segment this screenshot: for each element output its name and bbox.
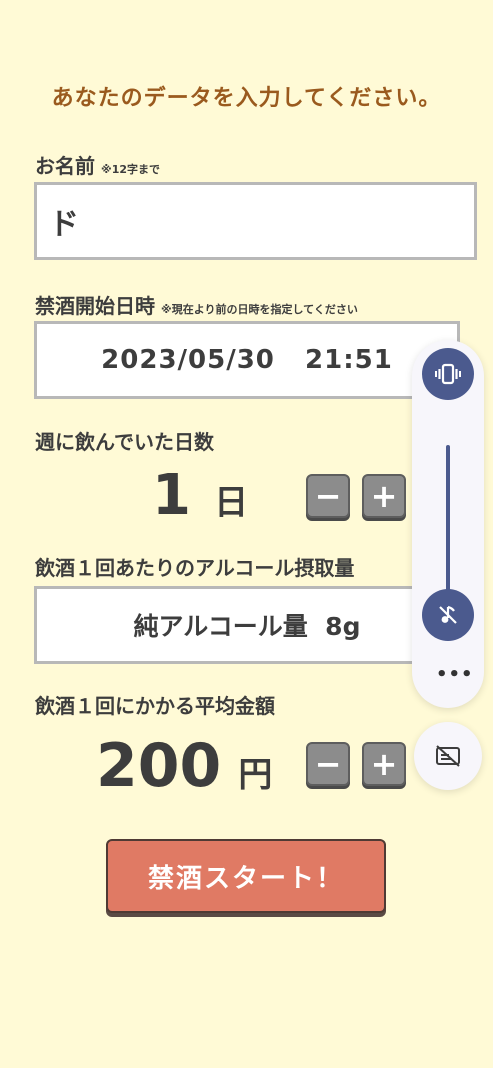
mute-icon[interactable] (422, 589, 474, 641)
drink-days-label: 週に飲んでいた日数 (35, 430, 214, 454)
drink-days-value: 1 (152, 463, 191, 528)
cost-label: 飲酒１回にかかる平均金額 (35, 694, 275, 718)
cost-minus-button[interactable]: − (306, 742, 350, 786)
drink-days-display: 1 日 (152, 468, 248, 524)
alcohol-amount-field[interactable]: 純アルコール量 8g (34, 586, 460, 664)
cost-display: 200 円 (96, 736, 272, 796)
start-datetime-note: ※現在より前の日時を指定してください (161, 303, 358, 316)
alcohol-amount-value: 純アルコール量 8g (133, 612, 361, 641)
drink-days-minus-button[interactable]: − (306, 474, 350, 518)
start-datetime-label: 禁酒開始日時 ※現在より前の日時を指定してください (35, 290, 358, 319)
start-datetime-label-text: 禁酒開始日時 (35, 294, 155, 318)
cost-value: 200 (96, 731, 222, 801)
cost-unit: 円 (238, 755, 273, 795)
name-label: お名前 ※12字まで (35, 150, 160, 179)
name-input[interactable]: ド (34, 182, 477, 260)
start-datetime-value: 2023/05/30 21:51 (101, 345, 393, 375)
name-note: ※12字まで (101, 163, 161, 176)
name-value: ド (49, 207, 79, 242)
cost-plus-button[interactable]: + (362, 742, 406, 786)
drink-days-plus-button[interactable]: + (362, 474, 406, 518)
page-heading: あなたのデータを入力してください。 (51, 86, 442, 111)
start-datetime-field[interactable]: 2023/05/30 21:51 (34, 321, 460, 399)
volume-slider-track[interactable] (446, 445, 450, 605)
drink-days-unit: 日 (214, 483, 249, 523)
captions-off-icon[interactable] (414, 722, 482, 790)
name-label-text: お名前 (35, 154, 95, 178)
vibrate-icon[interactable] (422, 348, 474, 400)
alcohol-label: 飲酒１回あたりのアルコール摂取量 (35, 556, 355, 580)
more-options-button[interactable]: ••• (436, 666, 473, 684)
start-button[interactable]: 禁酒スタート！ (106, 839, 386, 913)
